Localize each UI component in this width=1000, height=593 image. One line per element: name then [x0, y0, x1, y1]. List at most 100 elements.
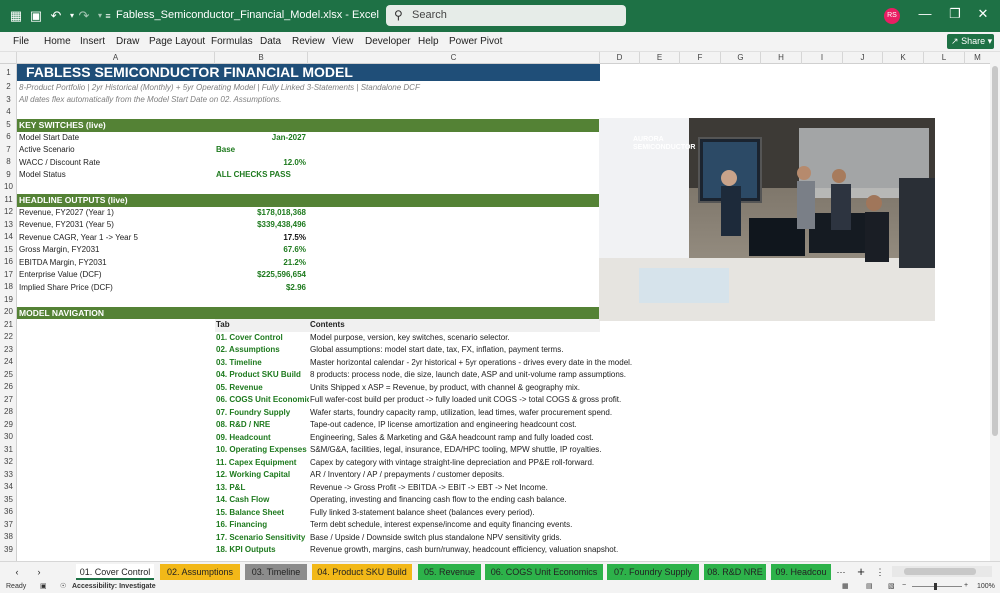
nav-tab-link[interactable]: 07. Foundry Supply — [216, 407, 290, 420]
tab-scroll-left-icon[interactable]: ‹ — [10, 564, 24, 580]
switch-value[interactable]: ALL CHECKS PASS — [216, 169, 291, 182]
horizontal-scrollbar[interactable] — [892, 566, 992, 577]
switch-value[interactable]: Jan-2027 — [216, 132, 306, 145]
row-header[interactable]: 21 — [0, 319, 17, 332]
row-header[interactable]: 11 — [0, 194, 17, 207]
row-header[interactable]: 4 — [0, 106, 17, 119]
close-icon[interactable]: ✕ — [974, 6, 992, 22]
model-note[interactable]: All dates flex automatically from the Mo… — [19, 94, 282, 107]
col-header-g[interactable]: G — [721, 52, 761, 64]
row-header[interactable]: 18 — [0, 281, 17, 294]
row-header[interactable]: 1 — [0, 64, 17, 81]
col-header-f[interactable]: F — [680, 52, 721, 64]
row-header[interactable]: 25 — [0, 369, 17, 382]
col-header-b[interactable]: B — [215, 52, 308, 64]
nav-tab-link[interactable]: 11. Capex Equipment — [216, 457, 296, 470]
nav-contents[interactable]: Engineering, Sales & Marketing and G&A h… — [310, 432, 594, 445]
menu-home[interactable]: Home — [44, 36, 71, 47]
menu-file[interactable]: File — [13, 36, 29, 47]
nav-tab-link[interactable]: 03. Timeline — [216, 357, 262, 370]
col-header-k[interactable]: K — [883, 52, 924, 64]
zoom-in-icon[interactable]: + — [964, 582, 968, 589]
row-header[interactable]: 8 — [0, 156, 17, 169]
nav-contents[interactable]: Operating, investing and financing cash … — [310, 494, 567, 507]
nav-tab-link[interactable]: 14. Cash Flow — [216, 494, 269, 507]
minimize-icon[interactable]: — — [916, 6, 934, 21]
row-header[interactable]: 38 — [0, 531, 17, 544]
sheet-tab-assumptions[interactable]: 02. Assumptions — [160, 564, 240, 580]
headline-value[interactable]: $178,018,368 — [216, 207, 306, 220]
nav-contents[interactable]: Base / Upside / Downside switch plus sta… — [310, 532, 562, 545]
section-headline-outputs[interactable]: HEADLINE OUTPUTS (live) — [17, 194, 600, 207]
sheet-tab-rd-nre[interactable]: 08. R&D NRE — [704, 564, 766, 580]
row-header[interactable]: 37 — [0, 519, 17, 532]
accessibility-status[interactable]: Accessibility: Investigate — [72, 583, 156, 590]
vertical-scroll-thumb[interactable] — [992, 66, 998, 436]
page-layout-view-icon[interactable]: ▤ — [866, 582, 873, 590]
row-header[interactable]: 3 — [0, 94, 17, 107]
headline-value[interactable]: 17.5% — [216, 232, 306, 245]
nav-tab-link[interactable]: 12. Working Capital — [216, 469, 290, 482]
nav-contents[interactable]: Tape-out cadence, IP license amortizatio… — [310, 419, 577, 432]
row-header[interactable]: 28 — [0, 406, 17, 419]
nav-contents[interactable]: Full wafer-cost build per product -> ful… — [310, 394, 621, 407]
row-header[interactable]: 35 — [0, 494, 17, 507]
headline-value[interactable]: $2.96 — [216, 282, 306, 295]
menu-review[interactable]: Review — [292, 36, 325, 47]
row-header[interactable]: 6 — [0, 131, 17, 144]
row-header[interactable]: 20 — [0, 306, 17, 319]
nav-tab-link[interactable]: 18. KPI Outputs — [216, 544, 276, 557]
row-header[interactable]: 33 — [0, 469, 17, 482]
col-header-e[interactable]: E — [640, 52, 680, 64]
macro-record-icon[interactable]: ▣ — [40, 582, 47, 590]
headline-value[interactable]: $225,596,654 — [216, 269, 306, 282]
row-header[interactable]: 30 — [0, 431, 17, 444]
col-header-l[interactable]: L — [924, 52, 965, 64]
sheet-tab-revenue[interactable]: 05. Revenue — [418, 564, 481, 580]
nav-tab-link[interactable]: 09. Headcount — [216, 432, 271, 445]
row-header[interactable]: 7 — [0, 144, 17, 157]
nav-contents[interactable]: Units Shipped x ASP = Revenue, by produc… — [310, 382, 580, 395]
headline-label[interactable]: Enterprise Value (DCF) — [19, 269, 102, 282]
row-header[interactable]: 26 — [0, 381, 17, 394]
headline-label[interactable]: Gross Margin, FY2031 — [19, 244, 99, 257]
row-header[interactable]: 15 — [0, 244, 17, 257]
sheet-tab-cogs-unit-economics[interactable]: 06. COGS Unit Economics — [485, 564, 603, 580]
zoom-out-icon[interactable]: − — [902, 582, 906, 589]
col-header-m[interactable]: M — [965, 52, 990, 64]
nav-tab-link[interactable]: 02. Assumptions — [216, 344, 280, 357]
zoom-slider-thumb[interactable] — [934, 583, 937, 590]
nav-contents[interactable]: Global assumptions: model start date, ta… — [310, 344, 563, 357]
headline-label[interactable]: Revenue CAGR, Year 1 -> Year 5 — [19, 232, 138, 245]
headline-label[interactable]: Revenue, FY2027 (Year 1) — [19, 207, 114, 220]
headline-value[interactable]: 67.6% — [216, 244, 306, 257]
nav-tab-link[interactable]: 01. Cover Control — [216, 332, 283, 345]
search-box[interactable]: ⚲ Search — [386, 5, 626, 26]
nav-tab-link[interactable]: 16. Financing — [216, 519, 267, 532]
headline-value[interactable]: 21.2% — [216, 257, 306, 270]
spreadsheet-grid[interactable]: A B C D E F G H I J K L M 1 2 3 4 5 6 7 … — [0, 52, 990, 561]
nav-contents[interactable]: Model purpose, version, key switches, sc… — [310, 332, 510, 345]
menu-draw[interactable]: Draw — [116, 36, 139, 47]
tab-scroll-right-icon[interactable]: › — [32, 564, 46, 580]
row-header[interactable]: 31 — [0, 444, 17, 457]
row-header[interactable]: 14 — [0, 231, 17, 244]
nav-tab-link[interactable]: 13. P&L — [216, 482, 245, 495]
row-header[interactable]: 22 — [0, 331, 17, 344]
col-header-a[interactable]: A — [17, 52, 215, 64]
sheet-tab-product-sku-build[interactable]: 04. Product SKU Build — [312, 564, 412, 580]
nav-col-contents[interactable]: Contents — [310, 319, 345, 332]
nav-contents[interactable]: Capex by category with vintage straight-… — [310, 457, 594, 470]
horizontal-scroll-thumb[interactable] — [904, 568, 976, 575]
switch-value[interactable]: Base — [216, 144, 235, 157]
nav-tab-link[interactable]: 10. Operating Expenses — [216, 444, 307, 457]
share-button[interactable]: ↗ Share ▾ — [947, 34, 994, 49]
menu-icon[interactable]: ⋮ — [874, 564, 886, 580]
col-header-h[interactable]: H — [761, 52, 802, 64]
row-header[interactable]: 27 — [0, 394, 17, 407]
menu-data[interactable]: Data — [260, 36, 281, 47]
vertical-scrollbar[interactable] — [990, 52, 1000, 561]
redo-icon[interactable]: ↷ — [76, 8, 92, 24]
nav-contents[interactable]: Revenue growth, margins, cash burn/runwa… — [310, 544, 618, 557]
nav-tab-link[interactable]: 17. Scenario Sensitivity — [216, 532, 305, 545]
